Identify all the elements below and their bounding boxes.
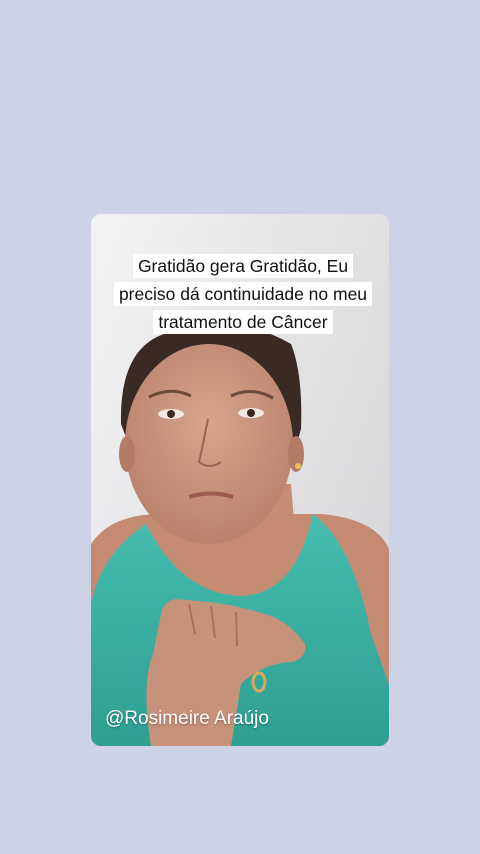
author-handle: @Rosimeire Araújo [105, 708, 269, 729]
story-card[interactable]: Gratidão gera Gratidão, Eu preciso dá co… [91, 214, 389, 746]
story-caption-text: Gratidão gera Gratidão, Eu preciso dá co… [113, 254, 373, 334]
story-caption: Gratidão gera Gratidão, Eu preciso dá co… [113, 252, 373, 336]
